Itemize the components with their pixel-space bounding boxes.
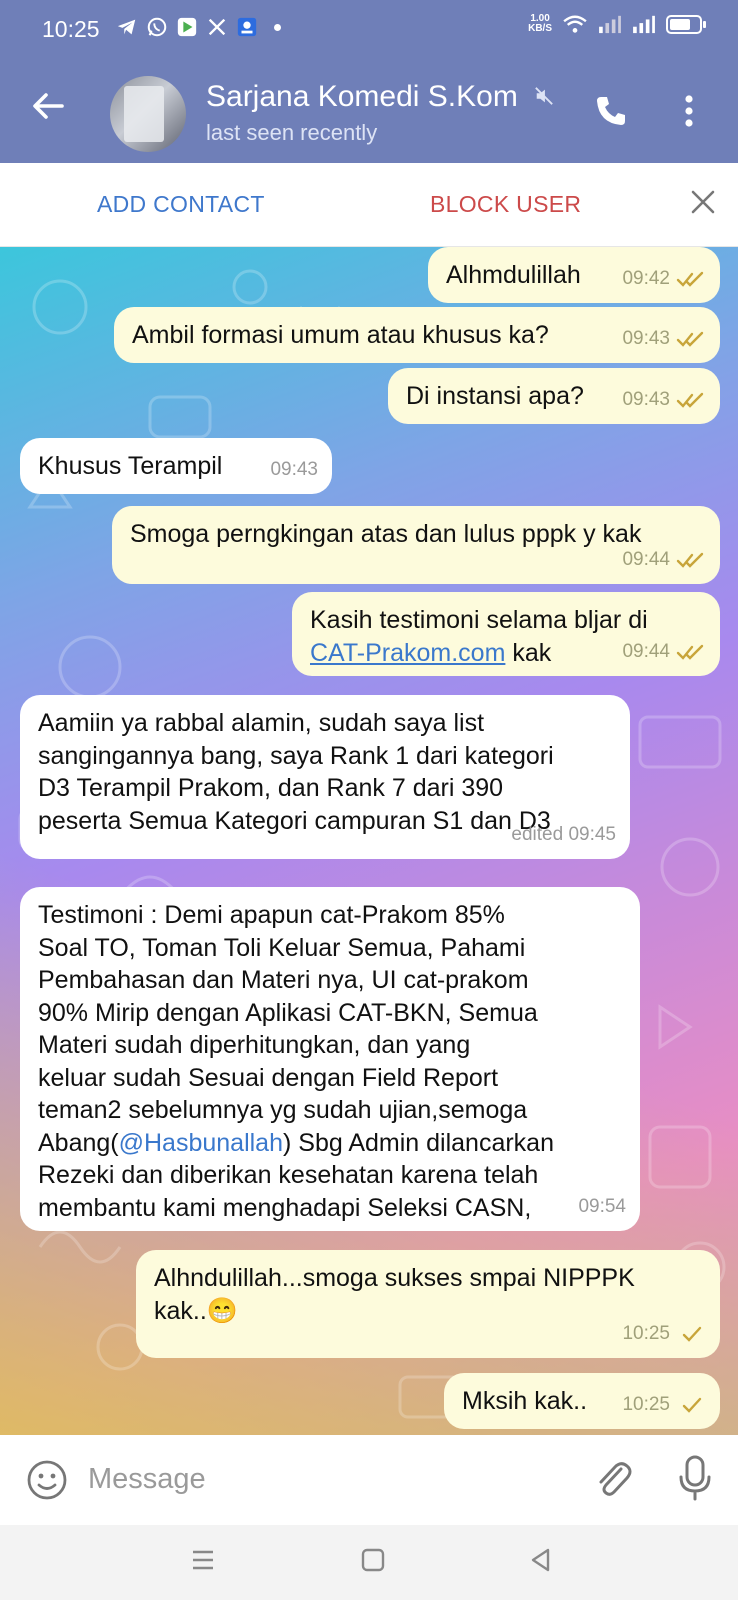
back-arrow-icon[interactable] <box>28 86 68 126</box>
contact-action-bar: ADD CONTACT BLOCK USER <box>0 163 738 247</box>
back-icon[interactable] <box>528 1547 554 1573</box>
message-line: Materi sudah diperhitungkan, dan yang <box>38 1031 471 1059</box>
message-line: D3 Terampil Prakom, dan Rank 7 dari 390 <box>38 774 504 802</box>
double-check-icon <box>676 271 704 287</box>
double-check-icon <box>676 331 704 347</box>
link-cat-prakom[interactable]: CAT-Prakom.com <box>310 639 505 667</box>
message-time: 09:43 <box>270 458 318 480</box>
message-bubble-outgoing[interactable]: Mksih kak.. 10:25 <box>444 1373 720 1429</box>
message-meta: edited 09:45 <box>511 819 616 852</box>
status-time: 10:25 <box>42 16 100 42</box>
message-meta: 10:25 <box>622 1389 706 1422</box>
app-bar: Sarjana Komedi S.Kom last seen recently <box>0 58 738 163</box>
message-time: 09:54 <box>578 1195 626 1217</box>
chat-header: 10:25 1.00 KB/S Sarjana Komedi S.Kom las… <box>0 0 738 163</box>
message-bubble-outgoing[interactable]: Ambil formasi umum atau khusus ka? 09:43 <box>114 307 720 363</box>
message-time: 10:25 <box>622 1322 670 1344</box>
net-speed: 1.00 KB/S <box>528 13 552 34</box>
message-line: 90% Mirip dengan Aplikasi CAT-BKN, Semua <box>38 998 538 1027</box>
message-time: 09:44 <box>622 548 670 570</box>
battery-icon <box>666 14 706 34</box>
status-bar: 10:25 1.00 KB/S <box>0 0 738 58</box>
message-bubble-outgoing[interactable]: Kasih testimoni selama bljar di CAT-Prak… <box>292 592 720 676</box>
message-line: Rezeki dan diberikan kesehatan karena te… <box>38 1161 539 1189</box>
message-meta: 10:25 <box>622 1318 706 1351</box>
message-text: Ambil formasi umum atau khusus ka? <box>132 321 549 349</box>
message-bubble-incoming[interactable]: Khusus Terampil 09:43 <box>20 438 332 494</box>
message-bubble-incoming[interactable]: Testimoni : Demi apapun cat-Prakom 85% S… <box>20 887 640 1231</box>
message-time: 09:44 <box>622 640 670 662</box>
whatsapp-icon <box>147 17 167 37</box>
message-line: membantu kami menghadapi Seleksi CASN, <box>38 1193 532 1222</box>
app-icon <box>237 17 257 37</box>
message-bubble-outgoing[interactable]: Smoga perngkingan atas dan lulus pppk y … <box>112 506 720 584</box>
home-icon[interactable] <box>360 1547 386 1573</box>
emoji-icon[interactable] <box>26 1459 68 1501</box>
avatar[interactable] <box>110 76 186 152</box>
x-icon <box>208 18 226 36</box>
system-indicators: 1.00 KB/S <box>528 13 706 34</box>
telegram-icon <box>117 19 136 35</box>
message-time: 09:42 <box>622 267 670 289</box>
muted-icon <box>535 87 553 105</box>
close-icon[interactable] <box>690 189 716 215</box>
message-input-bar <box>0 1435 738 1525</box>
message-time: 10:25 <box>622 1393 670 1415</box>
message-line: Alhndulillah...smoga sukses smpai NIPPPK <box>154 1264 635 1292</box>
add-contact-button[interactable]: ADD CONTACT <box>97 191 265 218</box>
message-line: kak..😁 <box>154 1296 238 1325</box>
check-icon <box>682 1397 702 1413</box>
message-line: Abang(@Hasbunallah) Sbg Admin dilancarka… <box>38 1128 554 1157</box>
check-icon <box>682 1326 702 1342</box>
chat-area[interactable]: Alhmdulillah 09:42 Ambil formasi umum at… <box>0 247 738 1435</box>
message-time: edited 09:45 <box>511 823 616 845</box>
message-meta: 09:54 <box>578 1191 626 1224</box>
mention-link[interactable]: @Hasbunallah <box>119 1129 283 1157</box>
message-time: 09:43 <box>622 388 670 410</box>
message-time: 09:43 <box>622 327 670 349</box>
message-meta: 09:44 <box>622 636 706 669</box>
contact-name[interactable]: Sarjana Komedi S.Kom <box>206 80 518 114</box>
microphone-icon[interactable] <box>678 1455 712 1503</box>
message-line: Aamiin ya rabbal alamin, sudah saya list <box>38 709 485 737</box>
more-notifications-dot <box>274 23 281 31</box>
more-options-icon[interactable] <box>684 94 694 128</box>
message-line: Testimoni : Demi apapun cat-Prakom 85% <box>38 901 505 929</box>
message-bubble-outgoing[interactable]: Alhndulillah...smoga sukses smpai NIPPPK… <box>136 1250 720 1358</box>
phone-icon[interactable] <box>594 94 628 128</box>
double-check-icon <box>676 644 704 660</box>
message-line: Pembahasan dan Materi nya, UI cat-prakom <box>38 966 529 994</box>
menu-icon[interactable] <box>190 1547 216 1573</box>
message-meta: 09:44 <box>622 544 706 577</box>
message-meta: 09:42 <box>622 263 706 296</box>
play-store-icon <box>177 17 197 37</box>
contact-status: last seen recently <box>206 120 378 145</box>
message-line: teman2 sebelumnya yg sudah ujian,semoga <box>38 1096 528 1124</box>
message-bubble-outgoing[interactable]: Di instansi apa? 09:43 <box>388 368 720 424</box>
double-check-icon <box>676 552 704 568</box>
message-line: Soal TO, Toman Toli Keluar Semua, Pahami <box>38 933 526 962</box>
message-meta: 09:43 <box>622 384 706 417</box>
signal-icon <box>599 15 621 34</box>
message-line: sangingannya bang, saya Rank 1 dari kate… <box>38 741 554 770</box>
message-bubble-outgoing[interactable]: Alhmdulillah 09:42 <box>428 247 720 303</box>
message-meta: 09:43 <box>622 323 706 356</box>
signal-icon <box>633 15 655 34</box>
system-navigation-bar <box>0 1525 738 1600</box>
wifi-icon <box>563 15 587 33</box>
message-meta: 09:43 <box>270 454 318 487</box>
block-user-button[interactable]: BLOCK USER <box>430 191 581 218</box>
double-check-icon <box>676 392 704 408</box>
message-bubble-incoming[interactable]: Aamiin ya rabbal alamin, sudah saya list… <box>20 695 630 859</box>
attach-icon[interactable] <box>593 1457 633 1501</box>
notification-icons <box>116 16 281 38</box>
message-input[interactable] <box>88 1457 558 1501</box>
message-text: Smoga perngkingan atas dan lulus pppk y … <box>130 520 642 548</box>
message-line: keluar sudah Sesuai dengan Field Report <box>38 1063 499 1092</box>
